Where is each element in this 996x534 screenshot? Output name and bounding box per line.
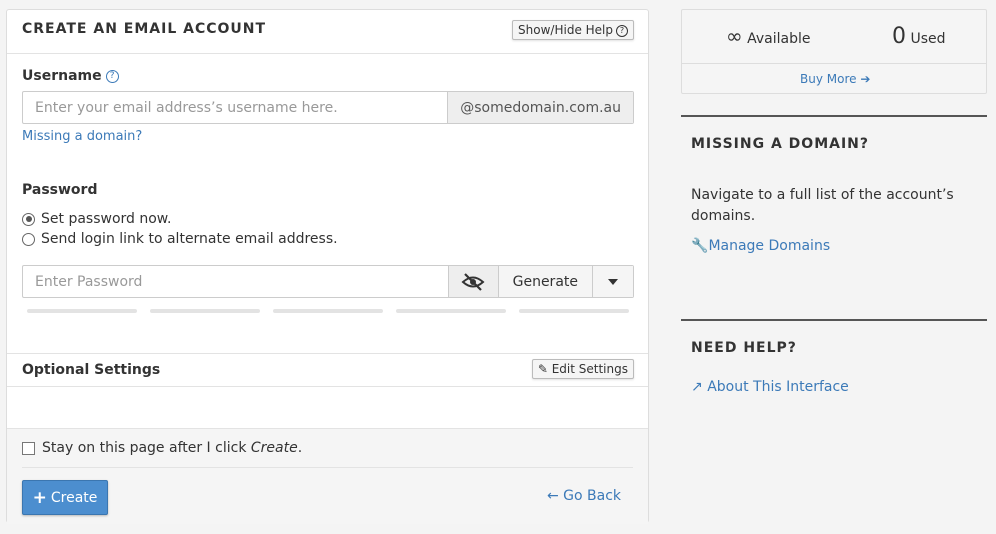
divider xyxy=(7,353,648,354)
stay-text-period: . xyxy=(297,440,303,456)
account-stats-box: ∞ Available 0 Used Buy More ➔ xyxy=(681,9,987,94)
panel-header: CREATE AN EMAIL ACCOUNT Show/Hide Help? xyxy=(7,10,648,54)
used-stat: 0 Used xyxy=(892,24,946,49)
used-value: 0 xyxy=(892,24,906,49)
wrench-icon: 🔧 xyxy=(691,238,709,254)
radio-selected-icon xyxy=(22,212,35,226)
arrow-circle-right-icon: ➔ xyxy=(860,72,871,86)
create-button[interactable]: + Create xyxy=(22,480,108,515)
buy-more-link[interactable]: Buy More ➔ xyxy=(800,72,870,86)
stats-divider xyxy=(682,63,986,64)
available-label: Available xyxy=(747,31,811,47)
buy-more-label: Buy More xyxy=(800,72,857,86)
page-title: CREATE AN EMAIL ACCOUNT xyxy=(22,21,267,37)
radio-set-password-now[interactable]: Set password now. xyxy=(22,211,171,227)
username-input[interactable]: Enter your email address’s username here… xyxy=(23,92,447,123)
edit-settings-button[interactable]: ✎ Edit Settings xyxy=(531,359,634,379)
password-label: Password xyxy=(22,182,98,198)
username-input-group: Enter your email address’s username here… xyxy=(22,91,634,124)
help-icon[interactable]: ? xyxy=(105,69,119,83)
radio-set-now-label: Set password now. xyxy=(41,211,172,227)
need-help-title: NEED HELP? xyxy=(691,340,797,356)
strength-meter-segment xyxy=(273,309,383,313)
radio-unselected-icon xyxy=(22,232,35,246)
missing-domain-rule xyxy=(681,115,987,117)
divider xyxy=(7,386,648,387)
missing-domain-link[interactable]: Missing a domain? xyxy=(22,129,142,144)
available-value: ∞ xyxy=(726,24,743,48)
manage-domains-label: Manage Domains xyxy=(708,238,831,254)
username-label-text: Username xyxy=(22,68,102,84)
available-stat: ∞ Available xyxy=(726,24,811,48)
need-help-rule xyxy=(681,319,987,321)
username-label: Username? xyxy=(22,68,119,84)
go-back-link[interactable]: ← Go Back xyxy=(547,488,621,504)
edit-settings-label: Edit Settings xyxy=(551,362,628,376)
password-input[interactable]: Enter Password xyxy=(23,266,448,297)
strength-meter-segment xyxy=(150,309,260,313)
stay-text-emphasis: Create xyxy=(250,440,298,456)
optional-settings-heading: Optional Settings xyxy=(22,362,161,378)
toggle-visibility-button[interactable] xyxy=(447,266,498,297)
radio-send-login-link[interactable]: Send login link to alternate email addre… xyxy=(22,231,338,247)
manage-domains-link[interactable]: 🔧Manage Domains xyxy=(691,238,830,254)
generate-dropdown-button[interactable] xyxy=(592,266,633,297)
arrow-left-icon: ← xyxy=(546,488,559,504)
question-circle-icon: ? xyxy=(616,24,628,37)
plus-icon: + xyxy=(32,487,47,508)
stay-text: Stay on this page after I click xyxy=(42,440,251,456)
strength-meter-segment xyxy=(519,309,629,313)
create-email-panel: CREATE AN EMAIL ACCOUNT Show/Hide Help? … xyxy=(6,9,649,524)
about-interface-link[interactable]: ↗ About This Interface xyxy=(691,379,849,395)
pencil-icon: ✎ xyxy=(537,362,548,376)
stay-on-page-option[interactable]: Stay on this page after I click Create. xyxy=(22,440,302,456)
generate-button[interactable]: Generate xyxy=(497,266,592,297)
create-button-label: Create xyxy=(50,489,98,506)
external-link-icon: ↗ xyxy=(691,379,703,395)
stay-on-page-checkbox[interactable] xyxy=(22,441,35,455)
missing-domain-text: Navigate to a full list of the account’s… xyxy=(691,187,954,224)
strength-meter-segment xyxy=(396,309,506,313)
radio-send-link-label: Send login link to alternate email addre… xyxy=(41,231,338,247)
password-input-group: Enter Password Generate xyxy=(22,265,634,298)
footer-divider xyxy=(22,467,633,468)
caret-down-icon xyxy=(608,278,618,285)
about-interface-label: About This Interface xyxy=(707,379,849,395)
show-hide-help-button[interactable]: Show/Hide Help? xyxy=(512,20,634,40)
help-button-label: Show/Hide Help xyxy=(518,23,613,37)
form-footer: Stay on this page after I click Create. … xyxy=(7,428,648,524)
strength-meter-segment xyxy=(27,309,137,313)
domain-addon: @somedomain.com.au xyxy=(447,92,633,123)
eye-slash-icon xyxy=(461,272,485,291)
missing-domain-title: MISSING A DOMAIN? xyxy=(691,136,870,152)
used-label: Used xyxy=(910,31,946,47)
go-back-label: Go Back xyxy=(563,488,621,504)
